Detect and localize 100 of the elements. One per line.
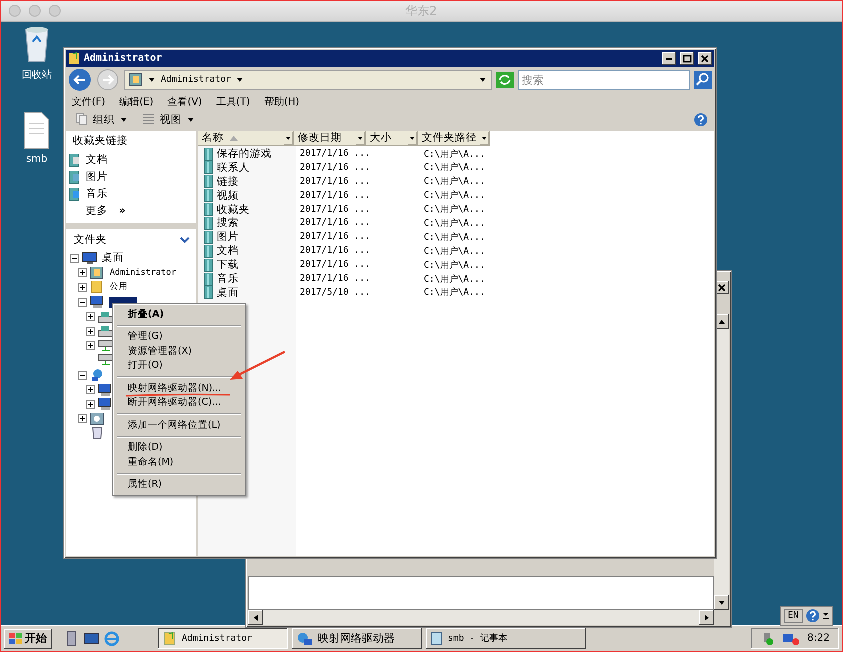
- taskbar-button[interactable]: smb - 记事本: [426, 628, 586, 649]
- tree-item[interactable]: Administrator: [109, 268, 178, 278]
- context-menu-item[interactable]: 折叠(A): [115, 307, 243, 322]
- language-indicator[interactable]: EN: [784, 609, 803, 623]
- date-cell-text: 2017/5/10 ...: [299, 288, 372, 298]
- file-name[interactable]: 文档: [217, 244, 239, 258]
- organize-icon: [76, 113, 88, 126]
- scroll-up-icon: [718, 318, 726, 324]
- context-menu-item[interactable]: 资源管理器(X): [115, 344, 243, 358]
- menu-item[interactable]: 帮助(H): [264, 94, 300, 108]
- folder-icon: [68, 52, 80, 65]
- scroll-left-icon: [252, 614, 258, 622]
- date-cell-text: 2017/1/16 ...: [299, 190, 372, 201]
- file-name[interactable]: 联系人: [217, 160, 250, 175]
- taskbar-button[interactable]: Administrator: [158, 628, 288, 649]
- context-menu-item[interactable]: 删除(D): [115, 440, 243, 455]
- desktop-icon-label[interactable]: smb: [26, 154, 48, 165]
- expand-toggle[interactable]: [86, 341, 95, 350]
- library-icon: [204, 286, 214, 300]
- file-name[interactable]: 下载: [217, 258, 239, 272]
- file-name[interactable]: 图片: [217, 230, 239, 244]
- scroll-right-icon: [704, 614, 710, 622]
- menu-item[interactable]: 文件(F): [72, 94, 106, 108]
- file-name[interactable]: 视频: [217, 188, 239, 203]
- caret-icon: [148, 77, 156, 83]
- context-menu-item[interactable]: 添加一个网络位置(L): [115, 418, 243, 432]
- close-button[interactable]: [698, 52, 712, 65]
- minimize-icon: [666, 58, 672, 60]
- expand-toggle[interactable]: [78, 268, 87, 278]
- favorite-link[interactable]: 图片: [86, 170, 108, 184]
- more-glyph[interactable]: »: [119, 205, 126, 217]
- file-name[interactable]: 搜索: [217, 216, 239, 230]
- folder-icon: [163, 632, 177, 646]
- menu-item[interactable]: 查看(V): [168, 94, 202, 108]
- library-icon: [204, 216, 214, 230]
- context-menu-item[interactable]: 属性(R): [115, 478, 243, 492]
- context-menu-item[interactable]: 断开网络驱动器(C)...: [115, 396, 243, 410]
- collapse-toggle[interactable]: [78, 298, 87, 307]
- options-icon[interactable]: [822, 610, 829, 622]
- desktop-icon-label[interactable]: 回收站: [22, 68, 52, 82]
- close-icon: [701, 54, 709, 62]
- collapse-toggle[interactable]: [70, 254, 79, 263]
- context-menu-item[interactable]: 映射网络驱动器(N)...: [115, 381, 243, 396]
- date-cell-text: 2017/1/16 ...: [299, 274, 372, 284]
- more-link[interactable]: 更多: [86, 204, 108, 218]
- computer-icon: [98, 398, 114, 410]
- expand-toggle[interactable]: [86, 400, 95, 409]
- context-menu-item[interactable]: 重命名(M): [115, 455, 243, 470]
- back-icon[interactable]: [68, 68, 92, 92]
- search-icon[interactable]: [694, 71, 712, 89]
- expand-toggle[interactable]: [86, 326, 95, 336]
- file-name[interactable]: 音乐: [217, 272, 239, 286]
- collapse-toggle[interactable]: [78, 370, 87, 380]
- file-name[interactable]: 收藏夹: [217, 202, 250, 217]
- tree-item[interactable]: 公用: [109, 281, 129, 294]
- expand-toggle[interactable]: [86, 385, 95, 394]
- minimize-button[interactable]: [662, 52, 676, 65]
- tree-item[interactable]: 桌面: [101, 251, 125, 266]
- file-name[interactable]: 链接: [217, 174, 239, 189]
- zoom-dot[interactable]: [49, 5, 61, 17]
- minimize-dot[interactable]: [29, 5, 41, 17]
- expand-toggle[interactable]: [86, 312, 95, 322]
- search-field[interactable]: 搜索: [518, 70, 690, 90]
- close-dot[interactable]: [9, 5, 21, 17]
- picture-library-icon: [69, 170, 81, 184]
- context-menu-item[interactable]: 管理(G): [115, 330, 243, 344]
- menu-item[interactable]: 工具(T): [216, 94, 250, 108]
- taskbar-button[interactable]: 映射网络驱动器: [292, 628, 422, 649]
- address-bar[interactable]: Administrator: [124, 70, 492, 90]
- start-button[interactable]: 开始: [4, 628, 52, 648]
- path-cell-text: C:\用户\A...: [423, 176, 486, 188]
- path-cell-text: C:\用户\A...: [423, 232, 486, 244]
- notepad-icon: [431, 632, 443, 646]
- monitor-icon[interactable]: [84, 632, 100, 646]
- organize-button[interactable]: 组织: [72, 112, 132, 126]
- help-icon[interactable]: [806, 609, 820, 623]
- computer-icon: [90, 296, 106, 308]
- refresh-icon[interactable]: [496, 72, 514, 88]
- column-header[interactable]: 名称: [198, 131, 294, 146]
- context-menu-item[interactable]: 打开(O): [115, 358, 243, 373]
- recycle-bin-icon: [23, 24, 51, 64]
- computer-icon: [98, 384, 114, 396]
- menu-item[interactable]: 编辑(E): [120, 94, 154, 108]
- favorite-link[interactable]: 音乐: [86, 187, 108, 201]
- library-icon: [204, 175, 214, 188]
- network-drive-icon: [297, 632, 313, 646]
- maximize-button[interactable]: [680, 52, 694, 65]
- maximize-icon: [682, 54, 692, 62]
- caret-icon: [187, 116, 195, 122]
- expand-toggle[interactable]: [78, 414, 87, 424]
- desktop-icon: [82, 252, 98, 264]
- favorite-link[interactable]: 文档: [86, 153, 108, 167]
- views-button[interactable]: 视图: [138, 112, 199, 126]
- text-area[interactable]: [248, 576, 714, 610]
- help-icon[interactable]: [694, 112, 708, 126]
- file-name[interactable]: 保存的游戏: [217, 147, 272, 161]
- expand-toggle[interactable]: [78, 282, 87, 292]
- file-name[interactable]: 桌面: [217, 286, 239, 300]
- music-library-icon: [69, 188, 81, 200]
- horizontal-scrollbar[interactable]: [248, 610, 714, 625]
